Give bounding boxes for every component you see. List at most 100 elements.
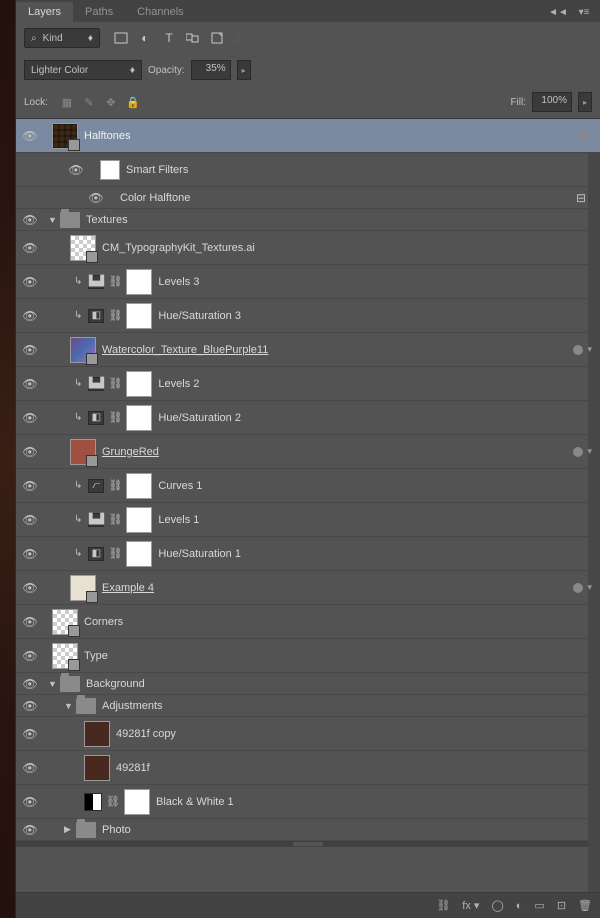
effects-indicator-icon[interactable] <box>578 131 588 141</box>
link-icon[interactable]: ⛓ <box>108 377 120 390</box>
mask-thumbnail[interactable] <box>126 303 152 329</box>
visibility-toggle[interactable]: 👁 <box>16 213 44 227</box>
expand-toggle-icon[interactable]: ▼ <box>48 215 58 225</box>
expand-toggle-icon[interactable]: ▼ <box>64 701 74 711</box>
visibility-toggle[interactable]: 👁 <box>16 241 44 255</box>
tab-channels[interactable]: Channels <box>125 2 195 22</box>
layer-levels-3[interactable]: 👁 ↳ ▙▟ ⛓ Levels 3 <box>16 265 600 299</box>
visibility-toggle[interactable]: 👁 <box>16 761 44 775</box>
filter-options-icon[interactable]: ⊟ <box>576 191 592 205</box>
visibility-toggle[interactable]: 👁 <box>16 479 44 493</box>
layer-name[interactable]: Curves 1 <box>158 480 600 492</box>
visibility-toggle[interactable]: 👁 <box>62 163 90 177</box>
delete-layer-icon[interactable]: 🗑 <box>578 899 592 912</box>
mask-icon[interactable]: ◯ <box>491 899 503 912</box>
layer-bw-1[interactable]: 👁 ⛓ Black & White 1 <box>16 785 600 819</box>
mask-thumbnail[interactable] <box>126 269 152 295</box>
layer-color-halftone[interactable]: 👁 Color Halftone ⊟ <box>16 187 600 209</box>
visibility-toggle[interactable]: 👁 <box>16 513 44 527</box>
layer-name[interactable]: 49281f copy <box>116 728 600 740</box>
visibility-toggle[interactable]: 👁 <box>16 129 44 143</box>
layer-thumbnail[interactable] <box>52 643 78 669</box>
link-layers-icon[interactable]: ⛓ <box>436 899 450 912</box>
link-icon[interactable]: ⛓ <box>108 479 120 492</box>
visibility-toggle[interactable]: 👁 <box>16 615 44 629</box>
layer-name[interactable]: Textures <box>86 214 600 226</box>
layer-name[interactable]: Hue/Saturation 2 <box>158 412 600 424</box>
collapse-icon[interactable]: ◄◄ <box>548 2 568 22</box>
layer-name[interactable]: Hue/Saturation 3 <box>158 310 600 322</box>
layer-name[interactable]: Levels 1 <box>158 514 600 526</box>
layer-name[interactable]: Levels 2 <box>158 378 600 390</box>
layer-type[interactable]: 👁 Type <box>16 639 600 673</box>
layer-list[interactable]: 👁 Halftones 👁 Smart Filters 👁 Color Half… <box>16 119 600 892</box>
layer-name[interactable]: Hue/Saturation 1 <box>158 548 600 560</box>
layer-thumbnail[interactable] <box>84 755 110 781</box>
layer-thumbnail[interactable] <box>70 575 96 601</box>
visibility-toggle[interactable]: 👁 <box>16 727 44 741</box>
mask-thumbnail[interactable] <box>126 405 152 431</box>
layer-name[interactable]: Photo <box>102 824 600 836</box>
filter-pixel-icon[interactable] <box>114 31 128 45</box>
layer-name[interactable]: Type <box>84 650 600 662</box>
mask-thumbnail[interactable] <box>126 507 152 533</box>
layer-thumbnail[interactable] <box>70 235 96 261</box>
filter-color-icon[interactable] <box>234 31 240 43</box>
new-layer-icon[interactable]: ⊡ <box>557 899 566 912</box>
fill-arrow-icon[interactable]: ▸ <box>578 92 592 112</box>
filter-adjustment-icon[interactable]: ◐ <box>138 31 152 45</box>
mask-thumbnail[interactable] <box>126 371 152 397</box>
opacity-input[interactable]: 35% <box>191 60 231 80</box>
group-background[interactable]: 👁 ▼ Background <box>16 673 600 695</box>
lock-transparent-icon[interactable]: ▦ <box>60 96 74 109</box>
layer-name[interactable]: Corners <box>84 616 600 628</box>
panel-menu-icon[interactable]: ▾≡ <box>574 2 594 22</box>
visibility-toggle[interactable]: 👁 <box>16 445 44 459</box>
mask-thumbnail[interactable] <box>100 160 120 180</box>
visibility-toggle[interactable]: 👁 <box>16 699 44 713</box>
effects-expand-icon[interactable]: ▾ <box>587 446 592 457</box>
layer-name[interactable]: Watercolor_Texture_BluePurple11 <box>102 344 573 356</box>
effects-indicator-icon[interactable] <box>573 583 583 593</box>
layer-huesat-2[interactable]: 👁 ↳ ◧ ⛓ Hue/Saturation 2 <box>16 401 600 435</box>
layer-name[interactable]: Levels 3 <box>158 276 600 288</box>
layer-cm-typo[interactable]: 👁 CM_TypographyKit_Textures.ai <box>16 231 600 265</box>
layer-halftones[interactable]: 👁 Halftones <box>16 119 600 153</box>
mask-thumbnail[interactable] <box>126 541 152 567</box>
layer-thumbnail[interactable] <box>70 337 96 363</box>
layer-corners[interactable]: 👁 Corners <box>16 605 600 639</box>
link-icon[interactable]: ⛓ <box>108 411 120 424</box>
layer-49281f[interactable]: 👁 49281f <box>16 751 600 785</box>
visibility-toggle[interactable]: 👁 <box>16 649 44 663</box>
link-icon[interactable]: ⛓ <box>108 513 120 526</box>
visibility-toggle[interactable]: 👁 <box>82 191 110 205</box>
effects-indicator-icon[interactable] <box>573 447 583 457</box>
effects-expand-icon[interactable]: ▾ <box>587 344 592 355</box>
visibility-toggle[interactable]: 👁 <box>16 795 44 809</box>
link-icon[interactable]: ⛓ <box>106 795 118 808</box>
visibility-toggle[interactable]: 👁 <box>16 309 44 323</box>
filter-type-icon[interactable]: T <box>162 31 176 45</box>
fx-icon[interactable]: fx ▾ <box>462 899 479 912</box>
visibility-toggle[interactable]: 👁 <box>16 343 44 357</box>
filter-kind-select[interactable]: ⌕Kind ♦ <box>24 28 100 48</box>
layer-curves-1[interactable]: 👁 ↳ ⦧ ⛓ Curves 1 <box>16 469 600 503</box>
adjustment-layer-icon[interactable]: ◐ <box>516 900 523 912</box>
layer-thumbnail[interactable] <box>84 721 110 747</box>
layer-name[interactable]: Example 4 <box>102 582 573 594</box>
visibility-toggle[interactable]: 👁 <box>16 677 44 691</box>
mask-thumbnail[interactable] <box>126 473 152 499</box>
layer-name[interactable]: Halftones <box>84 130 578 142</box>
layer-watercolor[interactable]: 👁 Watercolor_Texture_BluePurple11 ▾ <box>16 333 600 367</box>
visibility-toggle[interactable]: 👁 <box>16 275 44 289</box>
new-group-icon[interactable]: ▭ <box>534 899 544 912</box>
layer-grungered[interactable]: 👁 GrungeRed ▾ <box>16 435 600 469</box>
fill-input[interactable]: 100% <box>532 92 572 112</box>
layer-name[interactable]: Adjustments <box>102 700 600 712</box>
effects-indicator-icon[interactable] <box>573 345 583 355</box>
link-icon[interactable]: ⛓ <box>108 275 120 288</box>
layer-example4[interactable]: 👁 Example 4 ▾ <box>16 571 600 605</box>
visibility-toggle[interactable]: 👁 <box>16 823 44 837</box>
layer-thumbnail[interactable] <box>70 439 96 465</box>
layer-huesat-1[interactable]: 👁 ↳ ◧ ⛓ Hue/Saturation 1 <box>16 537 600 571</box>
